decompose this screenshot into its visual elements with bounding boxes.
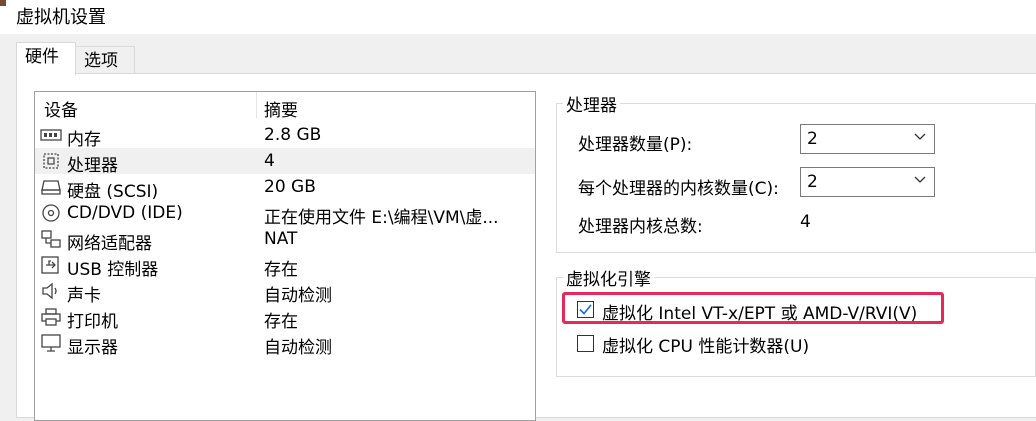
device-name: 处理器 [67, 156, 118, 176]
device-summary: 正在使用文件 E:\编程\VM\虚... [264, 208, 499, 228]
summary-column-header[interactable]: 摘要 [264, 96, 298, 121]
processor-count-value: 2 [807, 129, 818, 149]
device-name: CD/DVD (IDE) [67, 203, 183, 223]
cores-per-processor-label: 每个处理器的内核数量(C): [578, 179, 779, 199]
device-row-display[interactable]: 显示器 自动检测 [35, 330, 535, 358]
cpu-counter-checkbox[interactable] [577, 335, 594, 352]
processor-count-select[interactable]: 2 [800, 124, 935, 154]
device-name: USB 控制器 [67, 260, 159, 280]
hard-disk-icon [41, 180, 61, 195]
device-name: 显示器 [67, 338, 118, 358]
device-row-cd-dvd[interactable]: CD/DVD (IDE) 正在使用文件 E:\编程\VM\虚... [35, 200, 535, 228]
column-separator[interactable] [256, 92, 257, 118]
device-summary: 自动检测 [264, 286, 332, 306]
printer-icon [41, 308, 61, 326]
cores-per-processor-value: 2 [807, 172, 818, 192]
chevron-down-icon [914, 133, 926, 140]
memory-icon [40, 129, 62, 141]
device-summary: NAT [264, 229, 298, 249]
tab-hardware-label: 硬件 [25, 47, 59, 67]
window-title: 虚拟机设置 [16, 7, 106, 28]
device-name: 打印机 [67, 312, 118, 332]
device-row-hard-disk[interactable]: 硬盘 (SCSI) 20 GB [35, 174, 535, 202]
total-cores-value: 4 [800, 212, 811, 232]
device-name: 声卡 [67, 286, 101, 306]
window-corner [0, 0, 6, 6]
device-column-header[interactable]: 设备 [44, 96, 78, 121]
device-name: 硬盘 (SCSI) [67, 182, 159, 202]
device-summary: 4 [264, 151, 275, 171]
processor-group-legend: 处理器 [563, 91, 620, 116]
device-row-processor[interactable]: 处理器 4 [35, 148, 535, 176]
device-row-sound-card[interactable]: 声卡 自动检测 [35, 278, 535, 306]
device-summary: 存在 [264, 260, 298, 280]
tab-strip: 硬件 选项 [0, 34, 1036, 75]
tab-options-label: 选项 [84, 51, 118, 71]
device-row-usb[interactable]: USB 控制器 存在 [35, 252, 535, 280]
device-row-memory[interactable]: 内存 2.8 GB [35, 122, 535, 150]
network-adapter-icon [41, 230, 61, 248]
total-cores-label: 处理器内核总数: [578, 217, 703, 237]
device-name: 内存 [67, 130, 101, 150]
device-name: 网络适配器 [67, 234, 152, 254]
cd-dvd-icon [42, 204, 60, 222]
tab-hardware[interactable]: 硬件 [16, 42, 76, 75]
usb-icon [41, 256, 59, 274]
tab-options[interactable]: 选项 [75, 46, 135, 74]
chevron-down-icon [914, 176, 926, 183]
device-summary: 20 GB [264, 177, 316, 197]
display-icon [41, 334, 61, 352]
device-list[interactable]: 设备 摘要 内存 2.8 GB 处理器 4 硬盘 (SCSI) 20 GB CD… [34, 91, 536, 421]
processor-icon [43, 153, 59, 169]
sound-card-icon [42, 282, 57, 300]
virtualization-group-legend: 虚拟化引擎 [563, 265, 654, 290]
device-summary: 自动检测 [264, 338, 332, 358]
device-row-network-adapter[interactable]: 网络适配器 NAT [35, 226, 535, 254]
processor-count-label: 处理器数量(P): [578, 135, 693, 155]
title-bar: 虚拟机设置 [0, 0, 1036, 34]
device-list-header: 设备 摘要 [35, 92, 535, 121]
highlight-box [562, 292, 944, 324]
cpu-counter-label[interactable]: 虚拟化 CPU 性能计数器(U) [602, 332, 809, 357]
device-row-printer[interactable]: 打印机 存在 [35, 304, 535, 332]
cores-per-processor-select[interactable]: 2 [800, 167, 935, 197]
device-summary: 2.8 GB [264, 125, 322, 145]
device-summary: 存在 [264, 312, 298, 332]
